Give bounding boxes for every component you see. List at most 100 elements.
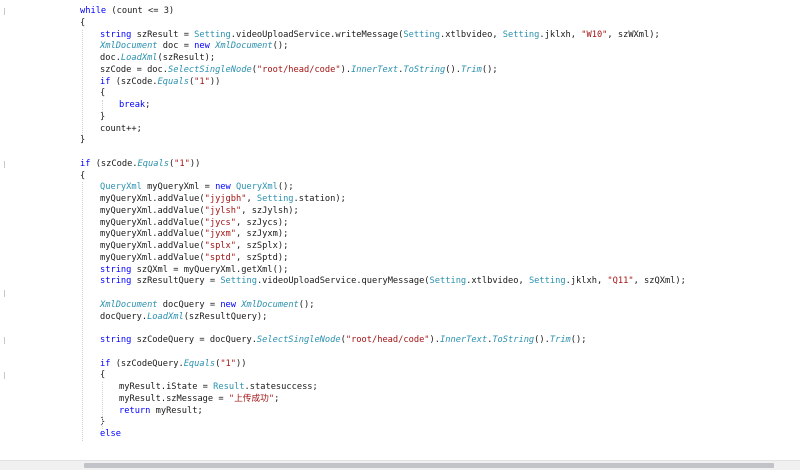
code-token: "W10" (581, 29, 608, 40)
code-token: XmlDocument (241, 299, 299, 310)
code-token: (). (534, 335, 550, 345)
code-token: new (215, 182, 231, 193)
code-token: (); (298, 299, 315, 310)
code-line-text: while (count <= 3) (80, 6, 174, 18)
code-token: "jyxm" (204, 229, 236, 240)
code-line-text: else (100, 429, 121, 441)
code-token: "root/head/code" (345, 335, 430, 345)
code-token: Setting (502, 29, 540, 40)
code-line-text: XmlDocument docQuery = new XmlDocument()… (100, 300, 315, 312)
code-line-text: myResult.iState = Result.statesuccess; (119, 382, 318, 394)
code-token: , szJyxm); (236, 229, 289, 240)
code-line[interactable]: break; (0, 100, 800, 112)
code-token: { (100, 370, 106, 381)
code-token: Setting (220, 276, 257, 287)
code-line[interactable]: QueryXml myQueryXml = new QueryXml(); (0, 182, 800, 194)
code-token: LoadXml (147, 311, 184, 322)
indent-guide (102, 382, 103, 429)
code-token: "jylsh" (204, 205, 242, 216)
scrollbar-thumb[interactable] (84, 463, 774, 468)
code-line[interactable]: string szCodeQuery = docQuery.SelectSing… (0, 335, 800, 347)
code-token: XmlDocument (100, 41, 158, 52)
code-line[interactable]: myQueryXml.addValue("jylsh", szJylsh); (0, 206, 800, 218)
code-token: , (246, 194, 257, 204)
code-line[interactable] (0, 147, 800, 159)
code-line-text: { (80, 18, 85, 30)
code-token: Trim (460, 64, 482, 75)
code-line-text: { (100, 370, 105, 382)
code-line[interactable] (0, 288, 800, 300)
code-line[interactable]: myQueryXml.addValue("sptd", szSptd); (0, 253, 800, 265)
code-line[interactable]: docQuery.LoadXml(szResultQuery); (0, 312, 800, 324)
code-line[interactable]: myResult.iState = Result.statesuccess; (0, 382, 800, 394)
code-line[interactable] (0, 347, 800, 359)
code-token: new (194, 41, 210, 52)
code-line[interactable]: } (0, 112, 800, 124)
code-token: Equals (137, 158, 169, 169)
code-line[interactable]: myQueryXml.addValue("jycs", szJycs); (0, 218, 800, 230)
code-line[interactable]: } (0, 135, 800, 147)
code-line[interactable]: if (szCode.Equals("1")) (0, 77, 800, 89)
code-token: XmlDocument (100, 299, 158, 310)
code-token: szQXml = myQueryXml.getXml(); (131, 264, 289, 275)
code-line[interactable]: while (count <= 3) (0, 6, 800, 18)
code-token: string (100, 29, 132, 40)
code-line[interactable]: { (0, 370, 800, 382)
code-line-text: docQuery.LoadXml(szResultQuery); (100, 312, 267, 324)
code-token: myQueryXml.addValue( (100, 217, 205, 228)
code-line[interactable]: szCode = doc.SelectSingleNode("root/head… (0, 65, 800, 77)
code-token: (); (272, 41, 289, 52)
code-token: .videoUploadService.queryMessage( (256, 276, 430, 287)
code-line[interactable]: myQueryXml.addValue("splx", szSplx); (0, 241, 800, 253)
code-token: (). (445, 64, 461, 75)
code-line[interactable]: XmlDocument docQuery = new XmlDocument()… (0, 300, 800, 312)
code-line-text: if (szCodeQuery.Equals("1")) (100, 359, 247, 371)
code-token: } (100, 111, 106, 122)
code-line-text: count++; (100, 124, 142, 136)
code-line[interactable] (0, 323, 800, 335)
code-line[interactable]: return myResult; (0, 406, 800, 418)
code-token: count++; (100, 123, 142, 134)
code-line[interactable]: string szResult = Setting.videoUploadSer… (0, 30, 800, 42)
code-line[interactable]: doc.LoadXml(szResult); (0, 53, 800, 65)
code-line[interactable]: string szQXml = myQueryXml.getXml(); (0, 265, 800, 277)
code-line[interactable]: { (0, 18, 800, 30)
code-lines: while (count <= 3){string szResult = Set… (0, 6, 800, 441)
code-line-text: myQueryXml.addValue("splx", szSplx); (100, 241, 288, 253)
code-line[interactable]: string szResultQuery = Setting.videoUplo… (0, 276, 800, 288)
code-token: (); (481, 64, 498, 75)
code-token: docQuery. (100, 311, 148, 322)
code-line-text: string szResult = Setting.videoUploadSer… (100, 30, 660, 42)
code-line[interactable]: } (0, 417, 800, 429)
code-line-text: XmlDocument doc = new XmlDocument(); (100, 41, 288, 53)
code-line[interactable]: { (0, 171, 800, 183)
code-line[interactable]: { (0, 88, 800, 100)
code-token: Result (213, 382, 245, 392)
code-editor[interactable]: while (count <= 3){string szResult = Set… (0, 0, 800, 460)
code-token: SelectSingleNode (256, 335, 341, 345)
code-token: )) (236, 358, 247, 369)
code-token: , szWXml); (607, 29, 660, 40)
code-line[interactable]: if (szCode.Equals("1")) (0, 159, 800, 171)
code-token: string (100, 264, 132, 275)
code-token: ToString (403, 64, 446, 75)
code-line[interactable]: myQueryXml.addValue("jyjgbh", Setting.st… (0, 194, 800, 206)
code-token: ; (145, 100, 151, 110)
code-token: (count <= 3) (106, 6, 175, 16)
code-line-text: szCode = doc.SelectSingleNode("root/head… (100, 65, 498, 77)
code-token: else (100, 429, 121, 439)
code-token: XmlDocument (215, 41, 273, 52)
code-line[interactable]: XmlDocument doc = new XmlDocument(); (0, 41, 800, 53)
code-line[interactable]: myQueryXml.addValue("jyxm", szJyxm); (0, 229, 800, 241)
code-token: szResultQuery = (131, 276, 221, 287)
code-line[interactable]: myResult.szMessage = "上传成功"; (0, 394, 800, 406)
code-line[interactable]: count++; (0, 124, 800, 136)
code-line[interactable]: if (szCodeQuery.Equals("1")) (0, 359, 800, 371)
code-line[interactable]: else (0, 429, 800, 441)
code-token: while (80, 6, 107, 16)
code-line-text: myQueryXml.addValue("sptd", szSptd); (100, 253, 288, 265)
code-token: } (80, 135, 86, 146)
code-token: myQueryXml = (141, 182, 216, 193)
code-token: (); (277, 182, 294, 193)
code-token: InnerText (351, 64, 399, 75)
